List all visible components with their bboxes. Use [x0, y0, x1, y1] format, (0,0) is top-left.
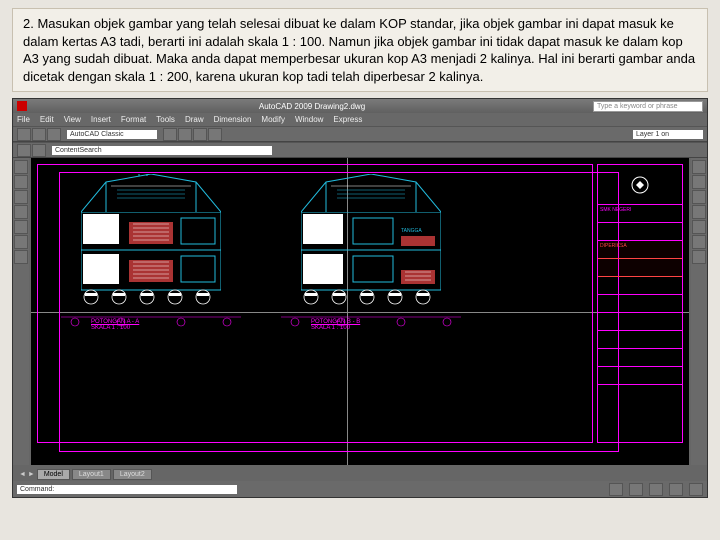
line-button[interactable]	[14, 160, 28, 174]
menu-express[interactable]: Express	[333, 115, 362, 124]
title-block-row	[598, 295, 682, 313]
open-button[interactable]	[32, 128, 46, 141]
drawing-canvas[interactable]: SMK NEGERI DIPERIKSA	[31, 158, 689, 465]
title-block-row: DIPERIKSA	[598, 241, 682, 259]
zoom-button[interactable]	[208, 128, 222, 141]
help-search-input[interactable]: Type a keyword or phrase	[593, 101, 703, 112]
section-a-scale: SKALA 1 : 100	[91, 325, 221, 331]
rotate-button[interactable]	[692, 235, 706, 249]
layout-tabs: ◄ ► Model Layout1 Layout2	[13, 467, 707, 481]
osnap-toggle[interactable]	[689, 483, 703, 496]
title-block-row	[598, 223, 682, 241]
section-a-label: POTONGAN A - A SKALA 1 : 100	[91, 319, 221, 331]
new-button[interactable]	[17, 128, 31, 141]
menu-dimension[interactable]: Dimension	[214, 115, 252, 124]
menu-bar: File Edit View Insert Format Tools Draw …	[13, 113, 707, 126]
autocad-window: AutoCAD 2009 Drawing2.dwg Type a keyword…	[12, 98, 708, 498]
section-b-label: POTONGAN B - B SKALA 1 : 100	[311, 319, 441, 331]
instruction-box: 2. Masukan objek gambar yang telah seles…	[12, 8, 708, 92]
redo-button[interactable]	[178, 128, 192, 141]
title-block-row	[598, 277, 682, 295]
arc-button[interactable]	[14, 205, 28, 219]
title-block-row: SMK NEGERI	[598, 205, 682, 223]
status-bar: Command:	[13, 481, 707, 497]
title-block-row	[598, 367, 682, 385]
tab-model[interactable]: Model	[37, 469, 70, 480]
title-block: SMK NEGERI DIPERIKSA	[597, 164, 683, 443]
svg-text:TANGGA: TANGGA	[401, 228, 422, 234]
erase-button[interactable]	[692, 160, 706, 174]
offset-button[interactable]	[692, 205, 706, 219]
move-button[interactable]	[692, 220, 706, 234]
content-search[interactable]: ContentSearch	[52, 146, 272, 155]
title-block-row	[598, 259, 682, 277]
draw-toolbar	[13, 158, 29, 465]
layer-dropdown[interactable]: Layer 1 on	[633, 130, 703, 139]
menu-modify[interactable]: Modify	[261, 115, 285, 124]
title-block-row	[598, 313, 682, 331]
title-bar: AutoCAD 2009 Drawing2.dwg Type a keyword…	[13, 99, 707, 113]
title-block-row	[598, 349, 682, 367]
rectangle-button[interactable]	[14, 220, 28, 234]
hatch-button[interactable]	[14, 235, 28, 249]
pan-button[interactable]	[193, 128, 207, 141]
modify-toolbar	[691, 158, 707, 465]
ortho-toggle[interactable]	[649, 483, 663, 496]
menu-window[interactable]: Window	[295, 115, 323, 124]
layer-props-button[interactable]	[17, 144, 31, 157]
trim-button[interactable]	[692, 250, 706, 264]
section-a-drawing: POTONGAN A - A SKALA 1 : 100	[51, 174, 251, 344]
mirror-button[interactable]	[692, 190, 706, 204]
instruction-number: 2.	[23, 16, 34, 31]
section-b-scale: SKALA 1 : 100	[311, 325, 441, 331]
polyline-button[interactable]	[14, 175, 28, 189]
menu-draw[interactable]: Draw	[185, 115, 204, 124]
instruction-text: Masukan objek gambar yang telah selesai …	[23, 16, 695, 84]
workspace-dropdown[interactable]: AutoCAD Classic	[67, 130, 157, 139]
title-block-logo	[598, 165, 682, 205]
menu-edit[interactable]: Edit	[40, 115, 54, 124]
app-title: AutoCAD 2009 Drawing2.dwg	[31, 102, 593, 111]
undo-button[interactable]	[163, 128, 177, 141]
layers-toolbar: ContentSearch	[13, 142, 707, 158]
grid-toggle[interactable]	[629, 483, 643, 496]
text-button[interactable]	[14, 250, 28, 264]
menu-insert[interactable]: Insert	[91, 115, 111, 124]
menu-tools[interactable]: Tools	[156, 115, 175, 124]
tab-layout2[interactable]: Layout2	[113, 469, 152, 480]
copy-button[interactable]	[692, 175, 706, 189]
menu-format[interactable]: Format	[121, 115, 146, 124]
title-block-row	[598, 331, 682, 349]
save-button[interactable]	[47, 128, 61, 141]
polar-toggle[interactable]	[669, 483, 683, 496]
circle-button[interactable]	[14, 190, 28, 204]
tab-layout1[interactable]: Layout1	[72, 469, 111, 480]
command-line[interactable]: Command:	[17, 485, 237, 494]
standard-toolbar: AutoCAD Classic Layer 1 on	[13, 126, 707, 142]
menu-view[interactable]: View	[64, 115, 81, 124]
snap-toggle[interactable]	[609, 483, 623, 496]
menu-file[interactable]: File	[17, 115, 30, 124]
section-b-drawing: TANGGA POTONGAN B - B SKALA 1 : 100	[271, 174, 471, 344]
app-logo-icon	[17, 101, 27, 111]
layer-state-button[interactable]	[32, 144, 46, 157]
